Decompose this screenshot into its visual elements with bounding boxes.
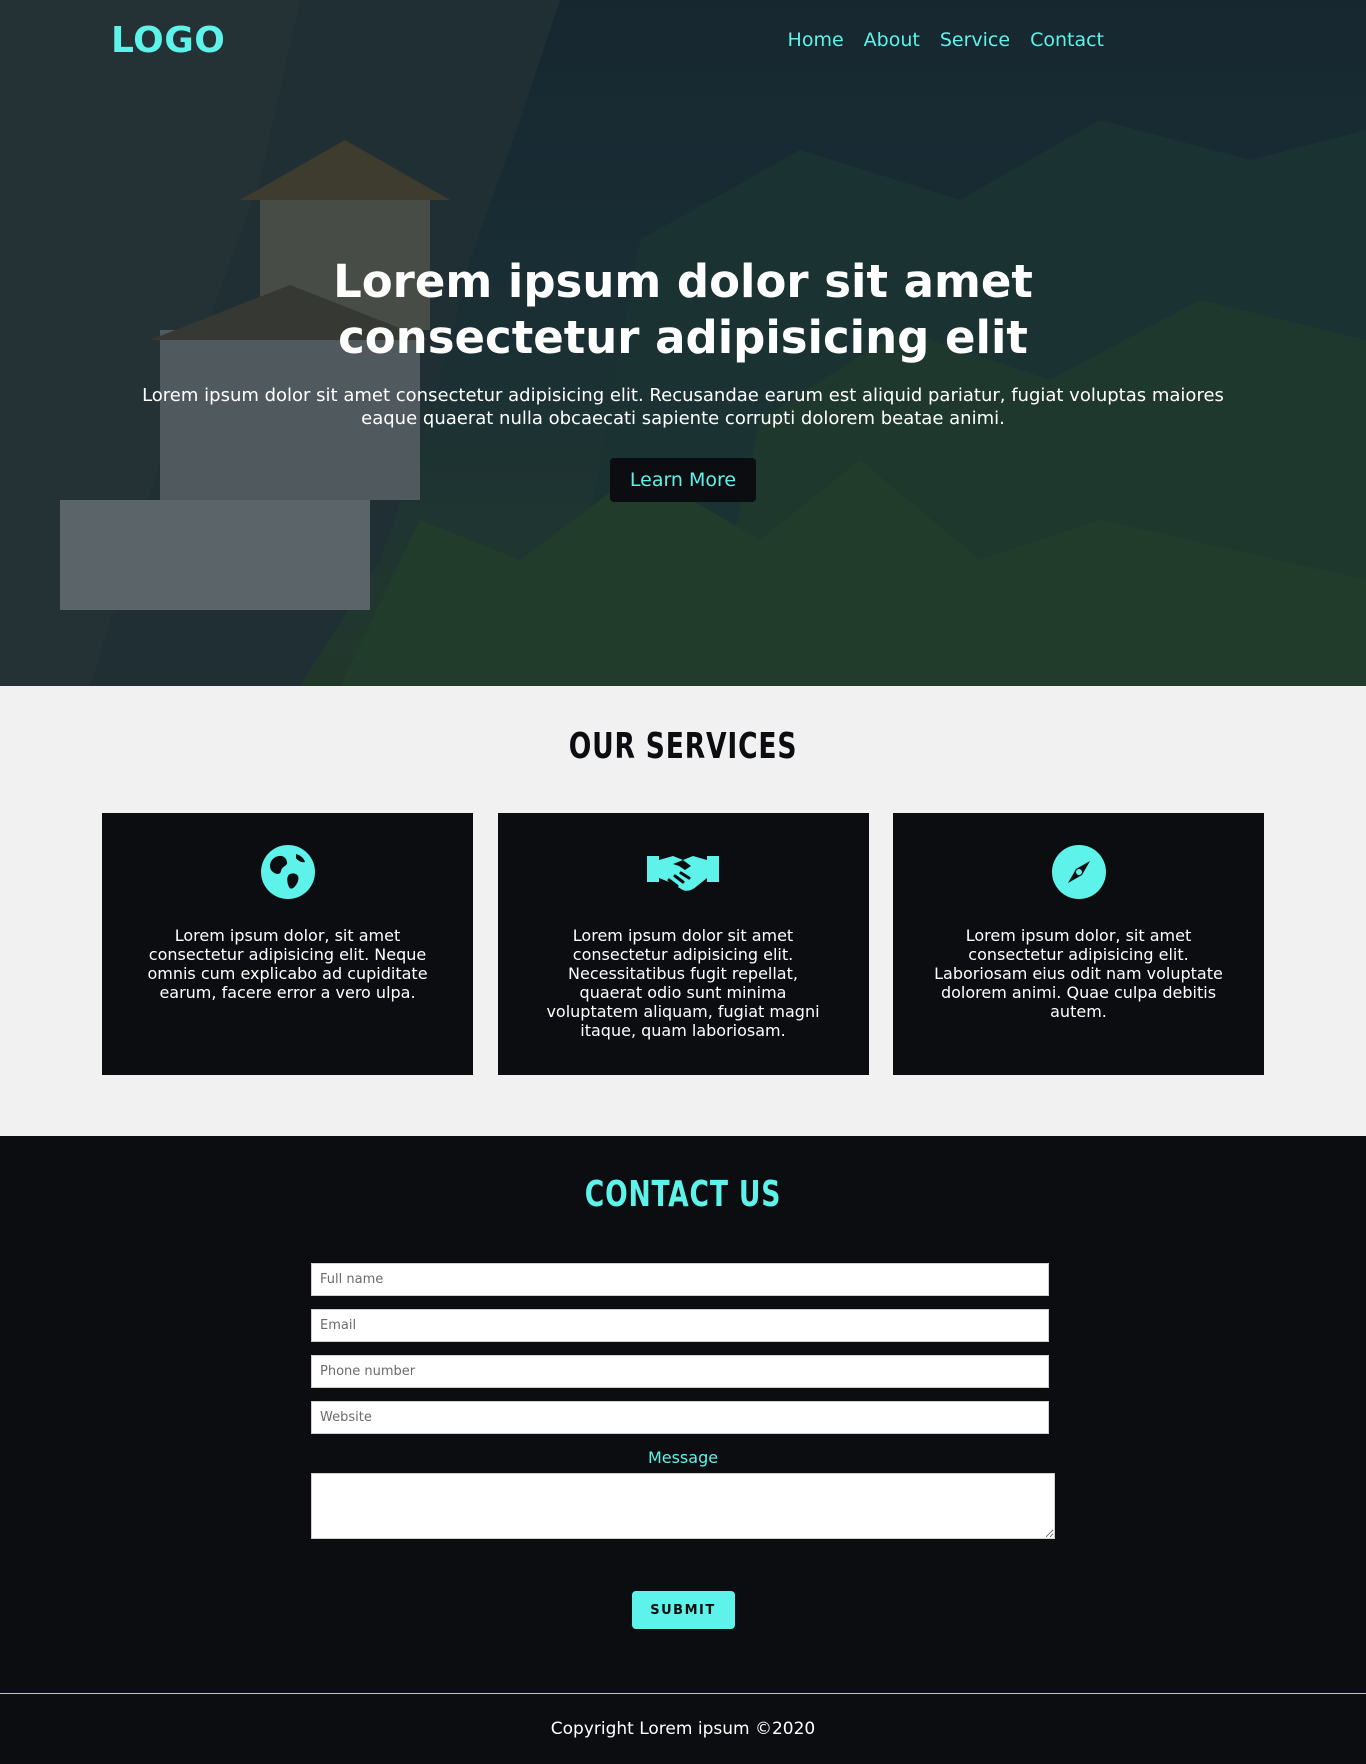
service-card-text: Lorem ipsum dolor, sit amet consectetur … (147, 926, 428, 1002)
contact-form: Message SUBMIT (311, 1263, 1055, 1629)
logo[interactable]: LOGO (111, 20, 225, 61)
phone-input[interactable] (311, 1355, 1049, 1388)
submit-button[interactable]: SUBMIT (631, 1591, 735, 1629)
footer: Copyright Lorem ipsum ©2020 (0, 1693, 1366, 1764)
hero-description: Lorem ipsum dolor sit amet consectetur a… (142, 385, 1224, 429)
copyright-text: Copyright Lorem ipsum ©2020 (550, 1719, 816, 1739)
compass-icon (1043, 844, 1115, 900)
handshake-icon (647, 844, 719, 900)
email-input[interactable] (311, 1309, 1049, 1342)
services-title: OUR SERVICES (568, 726, 798, 767)
service-card: Lorem ipsum dolor, sit amet consectetur … (102, 813, 473, 1075)
service-cards: Lorem ipsum dolor, sit amet consectetur … (102, 813, 1264, 1075)
service-card-text: Lorem ipsum dolor, sit amet consectetur … (934, 926, 1223, 1021)
message-label: Message (647, 1448, 719, 1467)
hero-title: Lorem ipsum dolor sit amet consectetur a… (333, 255, 1033, 364)
service-card: Lorem ipsum dolor, sit amet consectetur … (893, 813, 1264, 1075)
nav-link-service[interactable]: Service (940, 29, 1010, 51)
nav-link-contact[interactable]: Contact (1030, 29, 1104, 51)
hero-content: Lorem ipsum dolor sit amet consectetur a… (0, 254, 1366, 502)
contact-section: CONTACT US Message SUBMIT (0, 1136, 1366, 1693)
service-card-text: Lorem ipsum dolor sit amet consectetur a… (546, 926, 820, 1040)
contact-title: CONTACT US (584, 1174, 782, 1215)
website-input[interactable] (311, 1401, 1049, 1434)
full-name-input[interactable] (311, 1263, 1049, 1296)
message-textarea[interactable] (311, 1473, 1055, 1539)
nav-links: Home About Service Contact (788, 29, 1104, 51)
nav-link-home[interactable]: Home (788, 29, 844, 51)
services-section: OUR SERVICES Lorem ipsum dolor, sit amet… (0, 686, 1366, 1136)
navbar: LOGO Home About Service Contact (0, 0, 1366, 80)
globe-icon (252, 844, 324, 900)
nav-link-about[interactable]: About (864, 29, 920, 51)
hero-section: LOGO Home About Service Contact Lorem ip… (0, 0, 1366, 686)
learn-more-button[interactable]: Learn More (609, 458, 757, 502)
service-card: Lorem ipsum dolor sit amet consectetur a… (497, 813, 869, 1075)
